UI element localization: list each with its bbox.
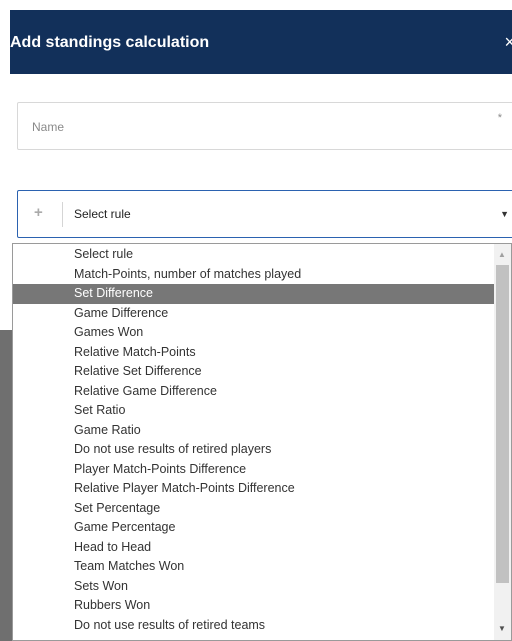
name-placeholder: Name [32,120,65,134]
close-icon[interactable]: × [504,32,512,53]
dropdown-option[interactable]: Games Won [13,323,494,343]
modal-backdrop [0,330,12,641]
scrollbar-thumb[interactable] [496,265,509,583]
dropdown-option[interactable]: Team Matches Won [13,557,494,577]
dropdown-option[interactable]: Head to Head [13,538,494,558]
dropdown-option[interactable]: Relative Game Difference [13,382,494,402]
dropdown-option[interactable]: Set Percentage [13,499,494,519]
dropdown-option[interactable]: Set Ratio [13,401,494,421]
scroll-up-icon[interactable]: ▲ [498,250,506,259]
scrollbar[interactable]: ▲ ▼ [494,244,511,640]
name-field[interactable]: Name * [17,102,512,150]
chevron-down-icon[interactable]: ▼ [500,209,509,219]
separator [62,202,63,227]
rule-select[interactable]: + Select rule ▼ [17,190,512,238]
dropdown-option[interactable]: Relative Match-Points [13,343,494,363]
dropdown-option[interactable]: Relative Player Match-Points Difference [13,479,494,499]
dropdown-option[interactable]: Select rule [13,245,494,265]
rule-dropdown-list: Select rule Match-Points, number of match… [12,243,512,641]
plus-icon[interactable]: + [34,204,43,221]
dialog-header: Add standings calculation × [10,10,512,74]
dialog-title: Add standings calculation [10,34,210,51]
dropdown-option[interactable]: Relative Set Difference [13,362,494,382]
dropdown-option[interactable]: Do not use results of retired teams [13,616,494,636]
top-strip [0,0,512,10]
dropdown-option[interactable]: Sets Won [13,577,494,597]
dropdown-option[interactable]: Game Ratio [13,421,494,441]
dropdown-option[interactable]: Do not use results of retired players [13,440,494,460]
dropdown-option[interactable]: Game Percentage [13,518,494,538]
dropdown-option[interactable]: Match-Points, number of matches played [13,265,494,285]
scroll-down-icon[interactable]: ▼ [498,624,506,633]
dropdown-option[interactable]: Rubbers Won [13,596,494,616]
dropdown-option[interactable]: Game Difference [13,304,494,324]
dropdown-option[interactable]: Set Difference [13,284,494,304]
dropdown-option[interactable]: Player Match-Points Difference [13,460,494,480]
required-mark: * [497,112,502,124]
rule-select-value: Select rule [74,207,131,221]
